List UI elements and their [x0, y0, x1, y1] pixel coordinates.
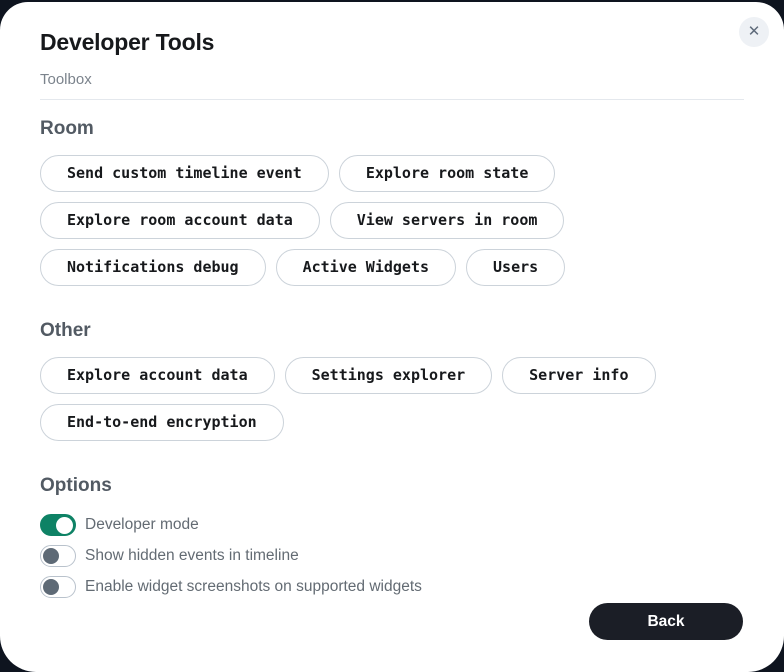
widget-screenshots-toggle[interactable] [40, 576, 76, 598]
dialog-subtitle: Toolbox [40, 71, 744, 89]
show-hidden-events-toggle[interactable] [40, 545, 76, 567]
developer-tools-dialog: ✕ Developer Tools Toolbox Room Send cust… [0, 2, 784, 672]
toggle-knob [43, 579, 59, 595]
toggle-label: Enable widget screenshots on supported w… [85, 578, 422, 596]
dialog-header: ✕ Developer Tools Toolbox [0, 2, 784, 100]
settings-explorer-button[interactable]: Settings explorer [285, 357, 493, 394]
users-button[interactable]: Users [466, 249, 565, 286]
header-divider [40, 99, 744, 100]
options-toggle-list: Developer mode Show hidden events in tim… [40, 514, 744, 598]
room-buttons: Send custom timeline event Explore room … [40, 155, 744, 286]
view-servers-in-room-button[interactable]: View servers in room [330, 202, 565, 239]
close-icon[interactable]: ✕ [739, 17, 769, 47]
toggle-row-show-hidden-events: Show hidden events in timeline [40, 545, 744, 567]
other-buttons: Explore account data Settings explorer S… [40, 357, 744, 441]
toggle-row-widget-screenshots: Enable widget screenshots on supported w… [40, 576, 744, 598]
toggle-knob [43, 548, 59, 564]
explore-room-account-data-button[interactable]: Explore room account data [40, 202, 320, 239]
explore-account-data-button[interactable]: Explore account data [40, 357, 275, 394]
dialog-title: Developer Tools [40, 28, 744, 56]
toggle-knob [56, 517, 73, 534]
toggle-label: Show hidden events in timeline [85, 547, 299, 565]
server-info-button[interactable]: Server info [502, 357, 655, 394]
section-heading-options: Options [40, 474, 744, 498]
explore-room-state-button[interactable]: Explore room state [339, 155, 556, 192]
section-heading-room: Room [40, 117, 744, 141]
dialog-content: Room Send custom timeline event Explore … [0, 100, 784, 598]
send-custom-timeline-event-button[interactable]: Send custom timeline event [40, 155, 329, 192]
end-to-end-encryption-button[interactable]: End-to-end encryption [40, 404, 284, 441]
section-heading-other: Other [40, 319, 744, 343]
active-widgets-button[interactable]: Active Widgets [276, 249, 456, 286]
developer-mode-toggle[interactable] [40, 514, 76, 536]
toggle-row-developer-mode: Developer mode [40, 514, 744, 536]
notifications-debug-button[interactable]: Notifications debug [40, 249, 266, 286]
dialog-footer: Back [0, 598, 784, 672]
back-button[interactable]: Back [589, 603, 743, 640]
toggle-label: Developer mode [85, 516, 199, 534]
